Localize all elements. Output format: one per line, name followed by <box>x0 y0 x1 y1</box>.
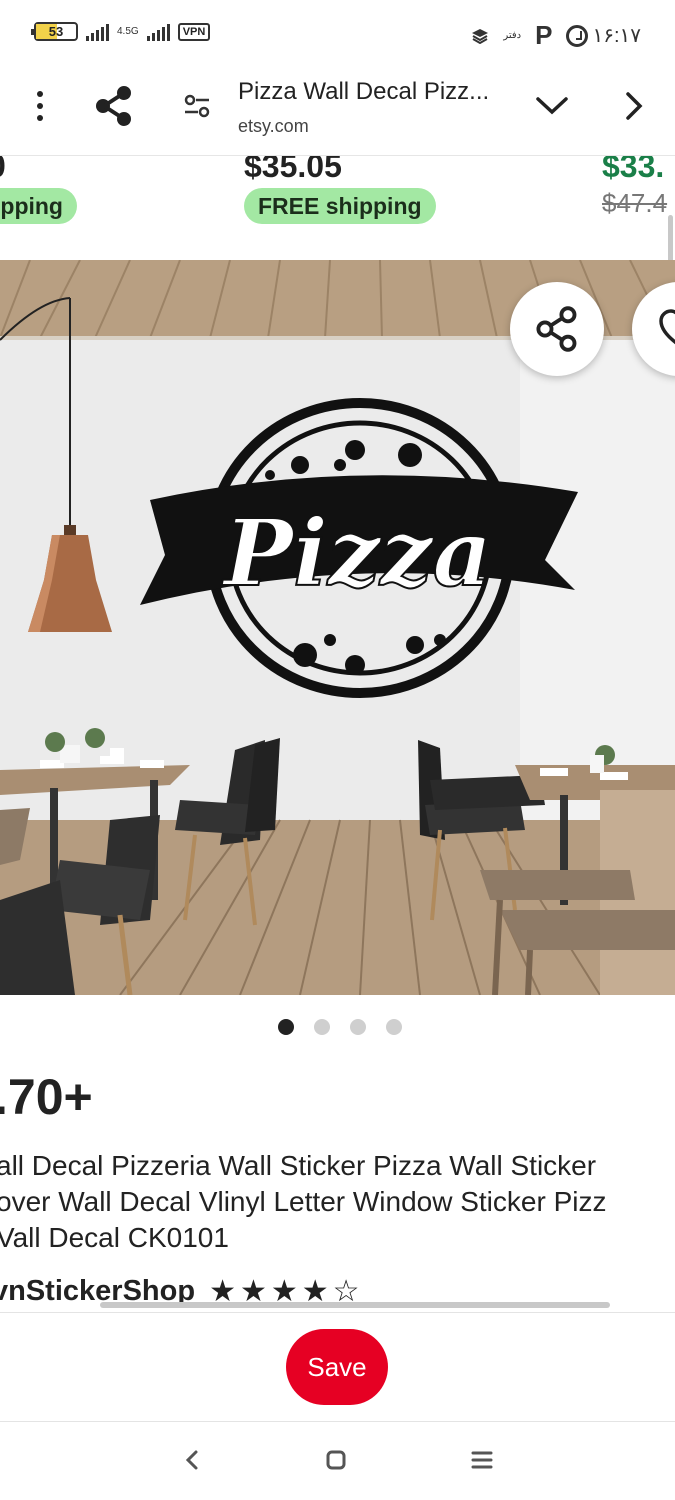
horizontal-scrollbar[interactable] <box>100 1302 610 1308</box>
system-nav-bar <box>0 1422 675 1500</box>
related-price-3: $33. <box>602 156 665 184</box>
vpn-badge: VPN <box>177 22 211 41</box>
product-title-line: over Wall Decal Vlinyl Letter Window Sti… <box>0 1186 607 1217</box>
share-icon[interactable] <box>92 70 136 142</box>
recents-icon[interactable] <box>462 1442 502 1478</box>
signal-icon-2 <box>146 23 170 41</box>
signal-icon <box>86 23 109 41</box>
carousel-dot[interactable] <box>386 1019 402 1035</box>
clock: ۱۶:۱۷ <box>592 25 641 47</box>
save-button[interactable]: Save <box>286 1329 388 1405</box>
back-icon[interactable] <box>172 1442 212 1478</box>
product-title-line: Vall Decal CK0101 <box>0 1222 229 1253</box>
divider <box>0 246 675 260</box>
app-p-icon: P <box>535 20 553 50</box>
svg-text:Pizza: Pizza <box>221 499 492 607</box>
browser-toolbar: Pizza Wall Decal Pizz... etsy.com <box>0 70 675 156</box>
product-title-line: all Decal Pizzeria Wall Sticker Pizza Wa… <box>0 1150 597 1181</box>
related-listings-strip[interactable]: 0 ipping $35.05 FREE shipping $33. $47.4 <box>0 156 675 246</box>
share-icon <box>536 306 577 352</box>
alarm-icon <box>566 24 589 47</box>
related-price-1: 0 <box>0 156 6 185</box>
action-bar: Save <box>0 1312 675 1422</box>
more-options-icon[interactable] <box>24 70 56 142</box>
product-title[interactable]: all Decal Pizzeria Wall Sticker Pizza Wa… <box>0 1148 675 1256</box>
page-settings-icon[interactable] <box>180 70 214 142</box>
battery-icon: 53 <box>31 22 78 41</box>
chevron-right-icon[interactable] <box>616 70 652 142</box>
data-label: دفتر <box>503 30 522 41</box>
carousel-indicator[interactable] <box>0 1019 675 1035</box>
layers-icon <box>472 28 489 44</box>
page-url[interactable]: etsy.com <box>238 116 309 137</box>
carousel-dot[interactable] <box>314 1019 330 1035</box>
carousel-dot[interactable] <box>350 1019 366 1035</box>
related-original-price-3: $47.4 <box>602 188 668 218</box>
share-button[interactable] <box>510 282 604 376</box>
product-image[interactable]: Pizza <box>0 260 675 995</box>
battery-level: 53 <box>48 24 64 39</box>
related-shipping-1: ipping <box>0 188 77 224</box>
home-icon[interactable] <box>316 1442 356 1478</box>
network-type: 4.5G <box>117 25 139 37</box>
page-title[interactable]: Pizza Wall Decal Pizz... <box>238 78 518 106</box>
related-price-2: $35.05 <box>244 156 342 184</box>
related-shipping-2: FREE shipping <box>244 188 436 224</box>
heart-icon <box>659 309 675 345</box>
product-price: .70+ <box>0 1069 93 1125</box>
carousel-dot[interactable] <box>278 1019 294 1035</box>
chevron-down-icon[interactable] <box>532 70 572 142</box>
status-bar: 53 4.5G VPN دفتر P ۱۶:۱۷ <box>0 0 675 70</box>
